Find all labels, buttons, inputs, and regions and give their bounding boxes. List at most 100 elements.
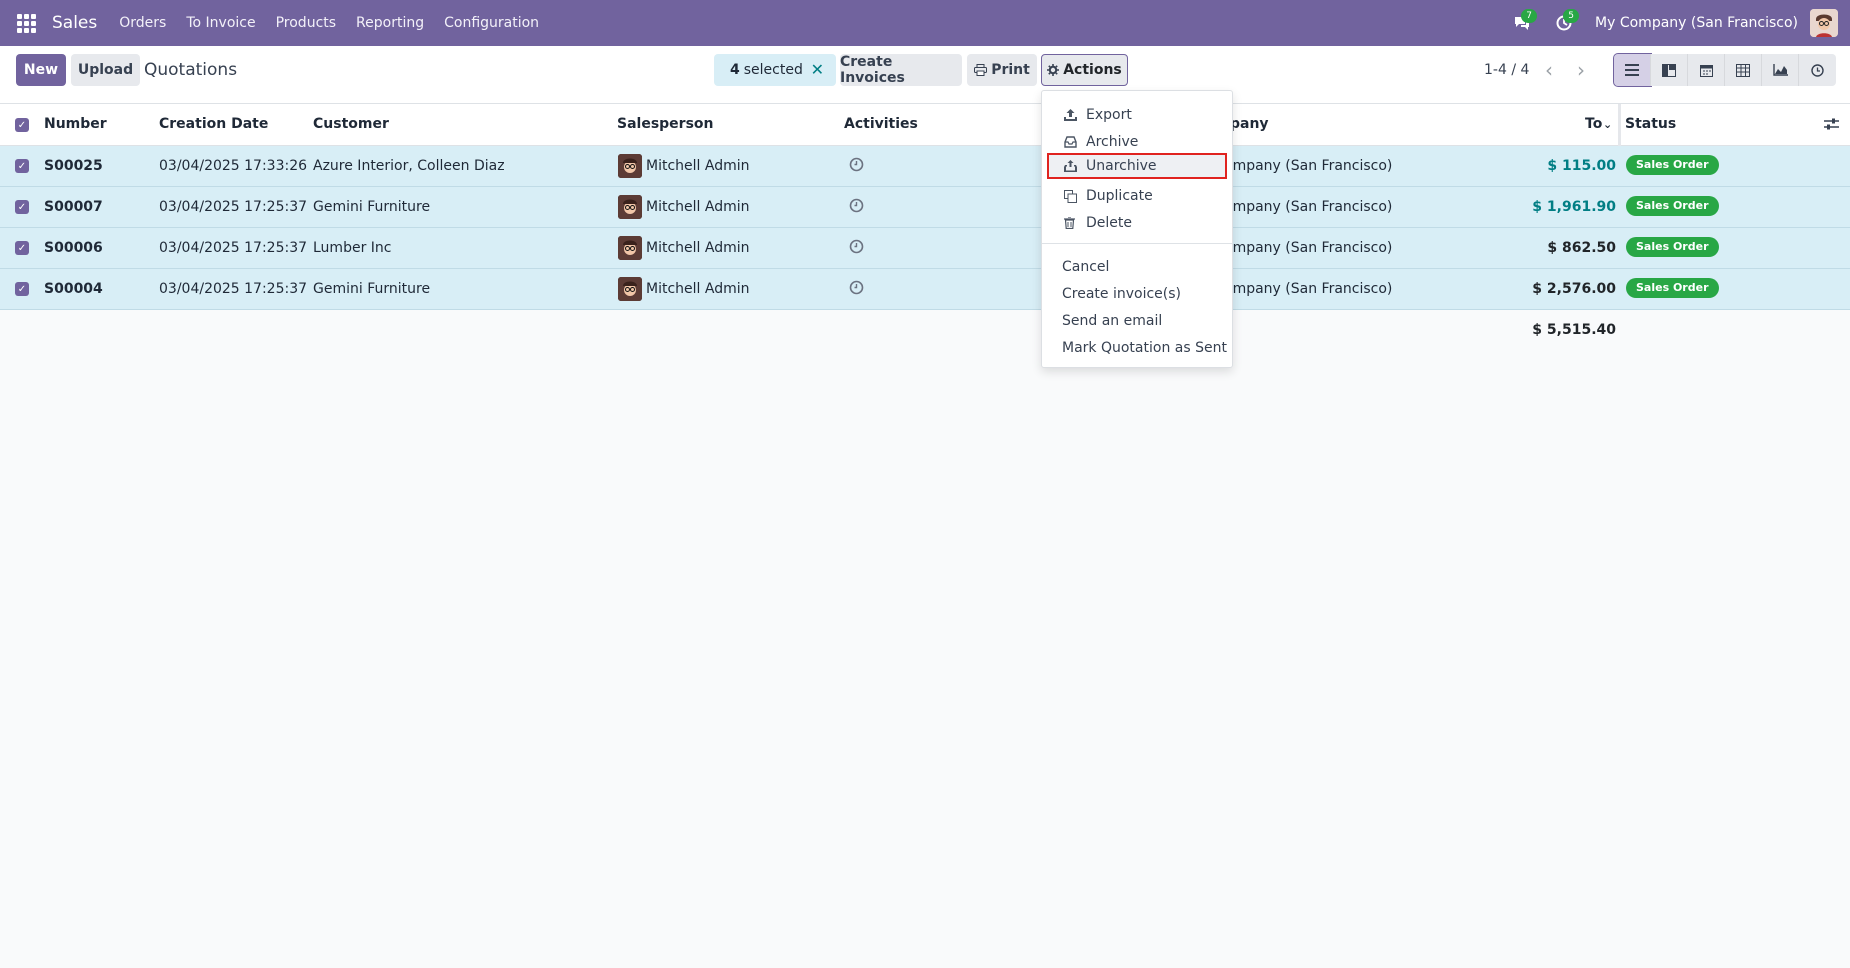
selection-indicator: 4 selected ✕ [714, 54, 836, 86]
customer-name: Gemini Furniture [313, 281, 431, 297]
salesperson-avatar [618, 195, 642, 219]
row-checkbox[interactable]: ✓ [15, 200, 29, 214]
printer-icon [974, 64, 988, 76]
header-activities[interactable]: Activities [844, 116, 918, 132]
app-brand[interactable]: Sales [52, 13, 97, 33]
header-total[interactable]: To [1585, 116, 1602, 132]
row-checkbox[interactable]: ✓ [15, 282, 29, 296]
menu-reporting[interactable]: Reporting [356, 15, 424, 31]
menu-products[interactable]: Products [276, 15, 336, 31]
column-resize-handle[interactable] [1618, 104, 1621, 146]
status-badge: Sales Order [1626, 237, 1719, 257]
messages-count-badge: 7 [1521, 9, 1538, 23]
menu-item-unarchive[interactable]: Unarchive [1047, 153, 1227, 179]
status-badge: Sales Order [1626, 196, 1719, 216]
company-name: ompany (San Francisco) [1224, 240, 1393, 256]
upload-button[interactable]: Upload [71, 54, 140, 86]
header-number[interactable]: Number [44, 116, 107, 132]
main-menu: Orders To Invoice Products Reporting Con… [119, 15, 559, 31]
order-number: S00007 [44, 199, 103, 215]
pager-next-icon[interactable]: › [1566, 54, 1596, 86]
unarchive-label: Unarchive [1086, 158, 1157, 174]
pager-previous-icon[interactable]: ‹ [1534, 54, 1564, 86]
company-name: ompany (San Francisco) [1224, 281, 1393, 297]
new-button[interactable]: New [16, 54, 66, 86]
table-header: ✓ Number Creation Date Customer Salesper… [0, 104, 1850, 146]
control-panel: New Upload Quotations 4 selected ✕ Creat… [0, 46, 1850, 104]
calendar-view-icon[interactable] [1688, 54, 1725, 86]
quotations-table: ✓ Number Creation Date Customer Salesper… [0, 104, 1850, 350]
menu-item-mark-sent[interactable]: Mark Quotation as Sent [1042, 335, 1232, 361]
select-all-checkbox[interactable]: ✓ [15, 118, 29, 132]
copy-icon [1064, 189, 1086, 203]
menu-item-archive[interactable]: Archive [1042, 129, 1232, 155]
order-number: S00004 [44, 281, 103, 297]
inbox-icon [1064, 136, 1086, 148]
menu-orders[interactable]: Orders [119, 15, 166, 31]
unarchive-icon [1064, 160, 1086, 172]
header-customer[interactable]: Customer [313, 116, 389, 132]
customer-name: Lumber Inc [313, 240, 392, 256]
menu-item-create-invoices[interactable]: Create invoice(s) [1042, 281, 1232, 307]
actions-button[interactable]: Actions [1041, 54, 1128, 86]
upload-icon [1064, 109, 1086, 121]
top-navbar: Sales Orders To Invoice Products Reporti… [0, 0, 1850, 46]
page-title: Quotations [144, 60, 238, 80]
header-company[interactable]: pany [1230, 116, 1269, 132]
create-invoices-button[interactable]: Create Invoices [840, 54, 962, 86]
activity-clock-icon[interactable] [849, 280, 864, 295]
list-view-icon[interactable] [1613, 53, 1652, 87]
header-status[interactable]: Status [1625, 116, 1676, 132]
menu-item-send-email[interactable]: Send an email [1042, 308, 1232, 334]
user-avatar[interactable] [1810, 9, 1838, 37]
order-total: $ 862.50 [1547, 240, 1616, 256]
status-badge: Sales Order [1626, 155, 1719, 175]
apps-menu-icon[interactable] [0, 0, 52, 46]
order-number: S00006 [44, 240, 103, 256]
menu-item-delete[interactable]: Delete [1042, 210, 1232, 236]
menu-item-export[interactable]: Export [1042, 102, 1232, 128]
menu-to-invoice[interactable]: To Invoice [186, 15, 255, 31]
header-salesperson[interactable]: Salesperson [617, 116, 714, 132]
pager-value[interactable]: 1-4 / 4 [1484, 62, 1529, 78]
salesperson-name: Mitchell Admin [646, 158, 750, 174]
row-checkbox[interactable]: ✓ [15, 159, 29, 173]
kanban-view-icon[interactable] [1651, 54, 1688, 86]
table-row[interactable]: ✓ S00004 03/04/2025 17:25:37 Gemini Furn… [0, 269, 1850, 310]
clear-selection-icon[interactable]: ✕ [811, 60, 824, 79]
menu-item-duplicate[interactable]: Duplicate [1042, 183, 1232, 209]
activity-clock-icon[interactable] [849, 198, 864, 213]
menu-divider [1042, 243, 1232, 244]
selected-text: selected [743, 62, 803, 78]
gear-icon [1047, 64, 1060, 76]
creation-date: 03/04/2025 17:25:37 [159, 199, 308, 215]
activities-button[interactable]: 5 [1543, 0, 1585, 46]
messages-button[interactable]: 7 [1501, 0, 1543, 46]
creation-date: 03/04/2025 17:25:37 [159, 240, 308, 256]
duplicate-label: Duplicate [1086, 188, 1153, 204]
table-row[interactable]: ✓ S00006 03/04/2025 17:25:37 Lumber Inc … [0, 228, 1850, 269]
activity-view-icon[interactable] [1799, 54, 1836, 86]
activities-count-badge: 5 [1563, 9, 1580, 23]
graph-view-icon[interactable] [1762, 54, 1799, 86]
company-switcher[interactable]: My Company (San Francisco) [1595, 15, 1798, 31]
print-label: Print [991, 62, 1030, 78]
export-label: Export [1086, 107, 1132, 123]
menu-item-cancel[interactable]: Cancel [1042, 254, 1232, 280]
activity-clock-icon[interactable] [849, 239, 864, 254]
activity-clock-icon[interactable] [849, 157, 864, 172]
order-total: $ 115.00 [1547, 158, 1616, 174]
trash-icon [1064, 217, 1086, 229]
pivot-view-icon[interactable] [1725, 54, 1762, 86]
actions-label: Actions [1063, 62, 1122, 78]
optional-columns-icon[interactable] [1824, 117, 1839, 135]
row-checkbox[interactable]: ✓ [15, 241, 29, 255]
sum-total: $ 5,515.40 [1532, 322, 1616, 338]
header-creation-date[interactable]: Creation Date [159, 116, 268, 132]
order-total: $ 2,576.00 [1532, 281, 1616, 297]
table-row[interactable]: ✓ S00007 03/04/2025 17:25:37 Gemini Furn… [0, 187, 1850, 228]
menu-configuration[interactable]: Configuration [444, 15, 539, 31]
archive-label: Archive [1086, 134, 1139, 150]
print-button[interactable]: Print [967, 54, 1037, 86]
table-row[interactable]: ✓ S00025 03/04/2025 17:33:26 Azure Inter… [0, 146, 1850, 187]
